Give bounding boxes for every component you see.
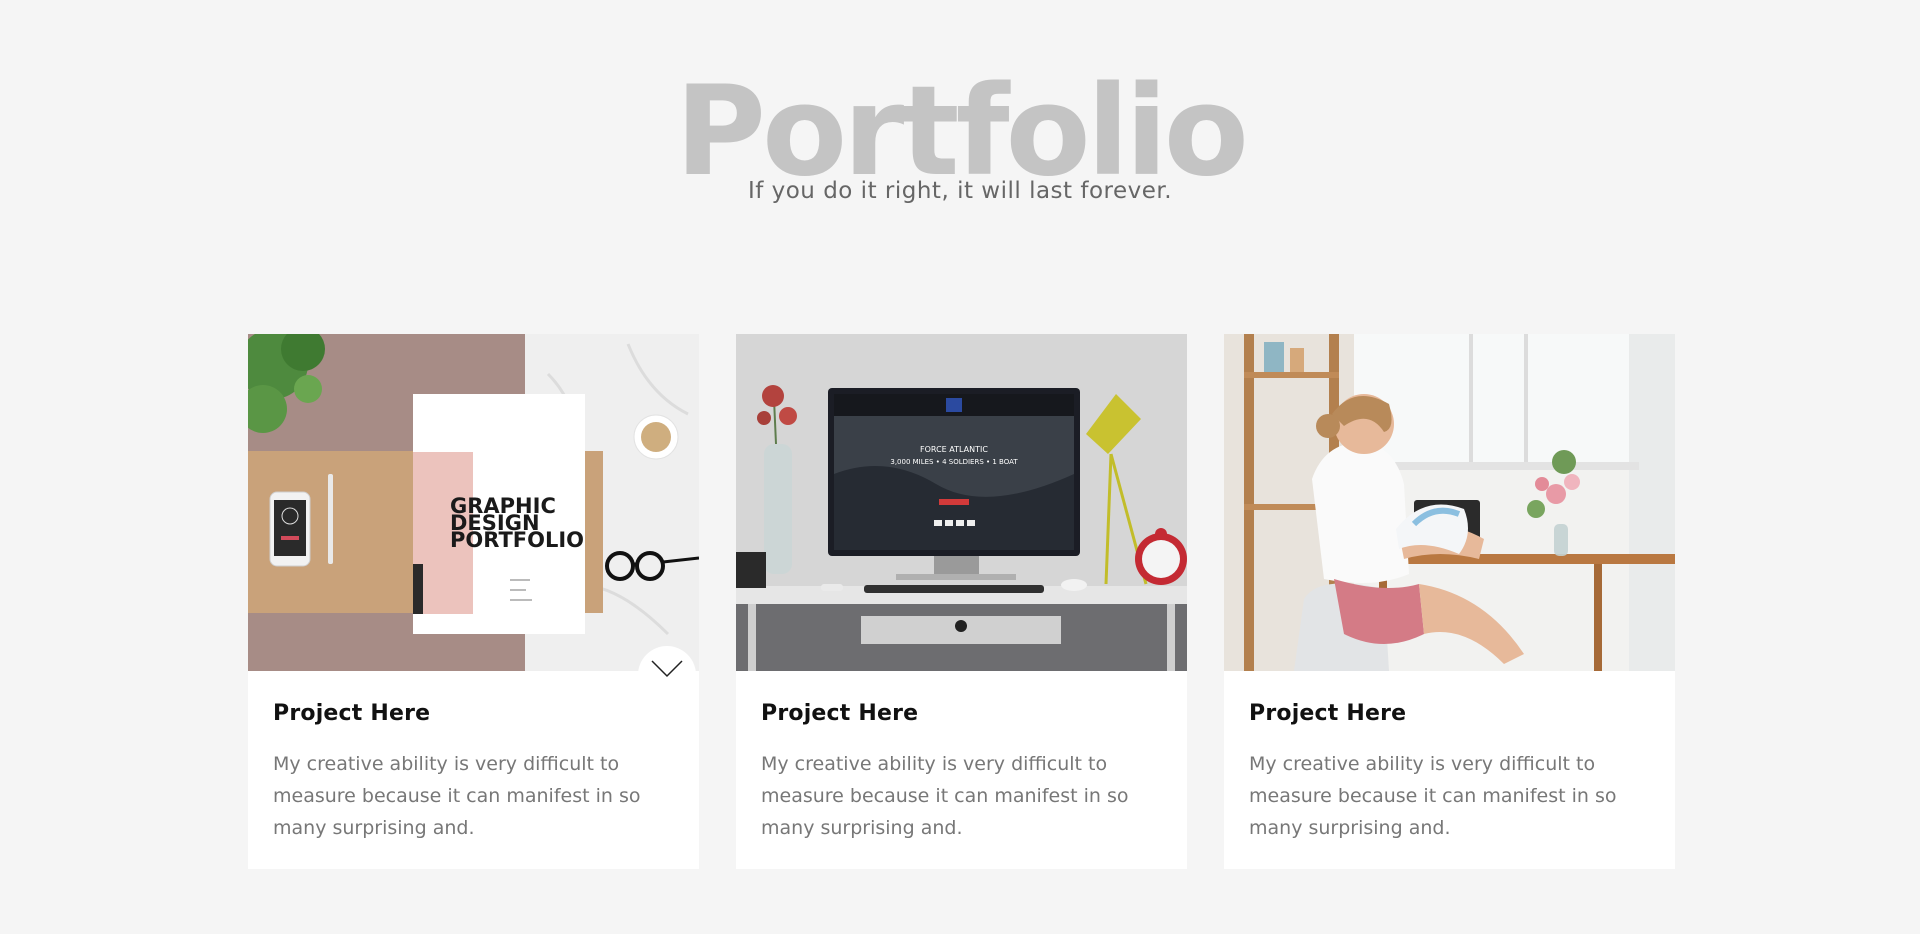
project-image-desktop-workspace[interactable]: FORCE ATLANTIC 3,000 MILES • 4 SOLDIERS …: [736, 334, 1187, 671]
project-description: My creative ability is very difficult to…: [1249, 753, 1617, 839]
portfolio-grid: GRAPHIC DESIGN PORTFOLIO Project Here My…: [248, 334, 1675, 869]
chevron-down-icon: [651, 660, 683, 678]
project-card-body: Project Here My creative ability is very…: [736, 671, 1187, 844]
screen-headline: FORCE ATLANTIC: [920, 445, 988, 454]
project-card-1[interactable]: GRAPHIC DESIGN PORTFOLIO Project Here My…: [248, 334, 699, 869]
project-title[interactable]: Project Here: [1249, 701, 1650, 726]
project-title[interactable]: Project Here: [273, 701, 674, 726]
project-title[interactable]: Project Here: [761, 701, 1162, 726]
page-title: Portfolio: [675, 60, 1249, 204]
mockup-title-line3: PORTFOLIO: [450, 528, 584, 552]
project-card-body: Project Here My creative ability is very…: [1224, 671, 1675, 844]
project-description: My creative ability is very difficult to…: [273, 753, 641, 839]
screen-subline: 3,000 MILES • 4 SOLDIERS • 1 BOAT: [890, 458, 1018, 466]
project-card-body: Project Here My creative ability is very…: [248, 671, 699, 844]
project-description: My creative ability is very difficult to…: [761, 753, 1129, 839]
page-subtitle: If you do it right, it will last forever…: [747, 178, 1173, 204]
project-card-3[interactable]: Project Here My creative ability is very…: [1224, 334, 1675, 869]
project-image-graphic-design[interactable]: GRAPHIC DESIGN PORTFOLIO: [248, 334, 699, 671]
project-card-2[interactable]: FORCE ATLANTIC 3,000 MILES • 4 SOLDIERS …: [736, 334, 1187, 869]
portfolio-header: Portfolio If you do it right, it will la…: [0, 0, 1920, 260]
expand-toggle-button[interactable]: [638, 646, 696, 704]
project-image-woman-reading[interactable]: [1224, 334, 1675, 671]
